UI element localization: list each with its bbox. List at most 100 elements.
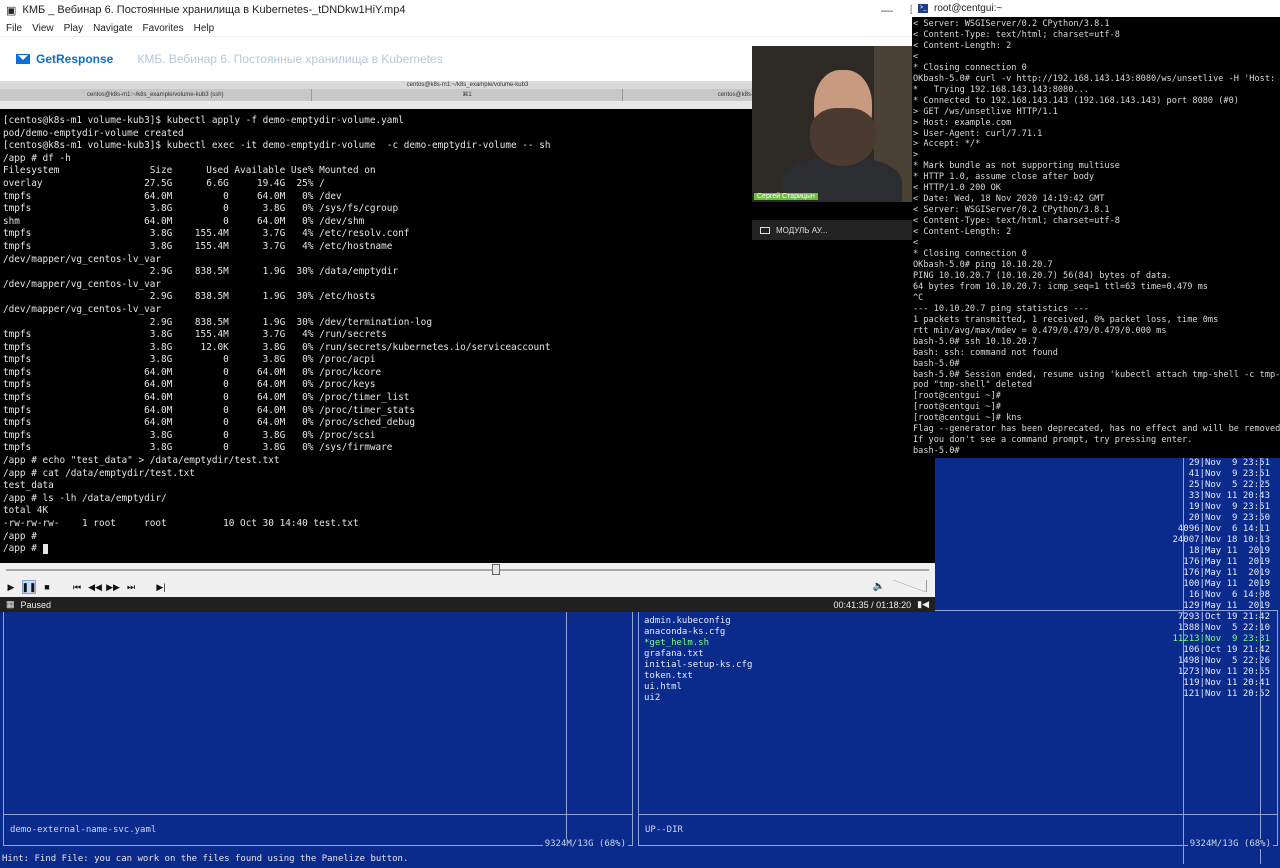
putty-line: --- 10.10.20.7 ping statistics --- (913, 303, 1089, 314)
putty-line: bash-5.0# ssh 10.10.20.7 (913, 336, 1038, 347)
playback-state: Paused (20, 599, 52, 610)
skip-back-icon[interactable]: ⏮ (70, 580, 84, 594)
fast-forward-icon[interactable]: ▶▶ (106, 580, 120, 594)
terminal-line: /app # df -h (3, 152, 71, 164)
mc-file-meta-row: 18|May 11 2019 (1172, 546, 1270, 556)
volume-slider[interactable] (893, 580, 927, 592)
seek-track[interactable] (6, 569, 929, 571)
getresponse-logo: GetResponse (16, 52, 113, 66)
skip-forward-icon[interactable]: ⏭ (124, 580, 138, 594)
speaker-beard (810, 108, 876, 166)
putty-window: >_ root@centgui:~ < Server: WSGIServer/0… (912, 0, 1280, 458)
terminal-line: /dev/mapper/vg_centos-lv_var (3, 253, 162, 265)
putty-line: < Content-Type: text/html; charset=utf-8 (913, 216, 1120, 227)
mc-left-status: demo-external-name-svc.yaml (10, 825, 157, 835)
media-info-icon[interactable]: ▮◀ (917, 599, 929, 610)
rewind-icon[interactable]: ◀◀ (88, 580, 102, 594)
menu-help[interactable]: Help (194, 23, 215, 34)
seek-thumb[interactable] (492, 564, 501, 575)
terminal-line: /app # (3, 530, 37, 542)
putty-line: > Host: example.com (913, 117, 1012, 128)
mc-right-status: UP--DIR (645, 825, 683, 835)
terminal-cursor (42, 543, 48, 554)
terminal-line: total 4K (3, 505, 49, 517)
mc-file-meta-row: 20|Nov 9 23:50 (1172, 513, 1270, 523)
putty-line: * HTTP 1.0, assume close after body (913, 172, 1095, 183)
mc-file-item[interactable]: grafana.txt (644, 649, 752, 660)
menu-favorites[interactable]: Favorites (143, 23, 184, 34)
mc-file-list[interactable]: admin.kubeconfig anaconda-ks.cfg *get_helm… (644, 616, 752, 704)
terminal-line: /dev/mapper/vg_centos-lv_var (3, 278, 162, 290)
webcam-label: МОДУЛЬ АУ... (752, 220, 914, 240)
frame-step-icon[interactable]: ▶| (154, 580, 168, 594)
putty-line: > User-Agent: curl/7.71.1 (913, 128, 1043, 139)
putty-line: * Connected to 192.168.143.143 (192.168.… (913, 95, 1239, 106)
putty-titlebar[interactable]: >_ root@centgui:~ (912, 0, 1280, 17)
putty-line: * Closing connection 0 (913, 62, 1027, 73)
mc-file-meta-row: 176|May 11 2019 (1172, 568, 1270, 578)
menu-file[interactable]: File (6, 23, 22, 34)
terminal-line: /app # echo "test_data" > /data/emptydir… (3, 455, 280, 467)
mc-file-meta-row: 19|Nov 9 23:51 (1172, 502, 1270, 512)
mc-column-divider (566, 611, 567, 845)
player-title: КМБ _ Вебинар 6. Постоянные хранилища в … (22, 4, 406, 16)
putty-line: bash-5.0# (913, 358, 960, 369)
putty-line: bash-5.0# (913, 446, 960, 457)
terminal-line: tmpfs 64.0M 0 64.0M 0% /proc/timer_stats (3, 404, 416, 416)
putty-output[interactable]: < Server: WSGIServer/0.2 CPython/3.8.1 < … (912, 17, 1280, 457)
speaker-icon[interactable]: 🔈 (873, 581, 885, 592)
mc-file-item[interactable]: ui.html (644, 682, 752, 693)
putty-line: [root@centgui ~]# (913, 391, 1001, 402)
terminal-line: tmpfs 3.8G 0 3.8G 0% /sys/firmware (3, 442, 393, 454)
minimize-icon[interactable]: — (873, 3, 901, 17)
mc-column-divider (1183, 611, 1184, 845)
terminal-line: tmpfs 3.8G 12.0K 3.8G 0% /run/secrets/ku… (3, 341, 551, 353)
mc-left-usage: 9324M/13G (68%) (542, 839, 628, 849)
mc-file-item[interactable]: token.txt (644, 671, 752, 682)
playback-time: 00:41:35 / 01:18:20 (833, 599, 912, 610)
menu-navigate[interactable]: Navigate (93, 23, 132, 34)
putty-line: < Server: WSGIServer/0.2 CPython/3.8.1 (913, 19, 1110, 29)
mc-file-item[interactable]: ui2 (644, 693, 752, 704)
terminal-line: /dev/mapper/vg_centos-lv_var (3, 303, 162, 315)
terminal-line: tmpfs 3.8G 155.4M 3.7G 4% /etc/hostname (3, 240, 393, 252)
putty-line: 64 bytes from 10.10.20.7: icmp_seq=1 ttl… (913, 281, 1208, 292)
terminal-line: tmpfs 64.0M 0 64.0M 0% /dev (3, 190, 342, 202)
mc-left-panel[interactable]: demo-external-name-svc.yaml 9324M/13G (6… (3, 610, 633, 849)
terminal-icon: >_ (918, 4, 928, 13)
menu-view[interactable]: View (32, 23, 54, 34)
terminal-tab: centos@k8s-m1:~/k8s_example/volume-kub3 … (0, 89, 312, 101)
seek-bar[interactable] (0, 563, 935, 577)
mc-file-item[interactable]: admin.kubeconfig (644, 616, 752, 627)
mc-file-item[interactable]: anaconda-ks.cfg (644, 627, 752, 638)
putty-line: * Trying 192.168.143.143:8080... (913, 84, 1089, 95)
mc-file-meta-row: 29|Nov 9 23:51 (1172, 458, 1270, 468)
putty-line: > (913, 150, 919, 161)
envelope-icon (16, 54, 30, 64)
mc-file-meta-row: 176|May 11 2019 (1172, 557, 1270, 567)
mc-file-item[interactable]: initial-setup-ks.cfg (644, 660, 752, 671)
mc-hint: Hint: Find File: you can work on the fil… (2, 854, 409, 864)
menu-play[interactable]: Play (64, 23, 83, 34)
terminal-line: shm 64.0M 0 64.0M 0% /dev/shm (3, 215, 365, 227)
player-titlebar[interactable]: ▣ КМБ _ Вебинар 6. Постоянные хранилища … (0, 0, 935, 20)
camera-icon (760, 226, 770, 234)
mc-status-separator (639, 814, 1277, 815)
terminal-line: -rw-rw-rw- 1 root root 10 Oct 30 14:40 t… (3, 518, 359, 529)
play-icon[interactable]: ▶ (4, 580, 18, 594)
speaker-name: Сергей Старицын (754, 193, 818, 200)
terminal-line: tmpfs 3.8G 155.4M 3.7G 4% /etc/resolv.co… (3, 228, 410, 240)
putty-line: OKbash-5.0# ping 10.10.20.7 (913, 259, 1053, 270)
mc-file-meta-row: 100|May 11 2019 (1172, 579, 1270, 589)
terminal-line: /app # (3, 543, 753, 556)
putty-line: [root@centgui ~]# kns (913, 413, 1022, 424)
mc-file-item[interactable]: *get_helm.sh (644, 638, 752, 649)
terminal-line: tmpfs 64.0M 0 64.0M 0% /proc/timer_list (3, 392, 410, 404)
putty-title: root@centgui:~ (934, 3, 1003, 14)
terminal-line: [centos@k8s-m1 volume-kub3]$ kubectl app… (3, 115, 404, 126)
putty-line: < Date: Wed, 18 Nov 2020 14:19:42 GMT (913, 194, 1105, 205)
stop-icon[interactable]: ■ (40, 580, 54, 594)
putty-line: < HTTP/1.0 200 OK (913, 183, 1001, 194)
volume-control: 🔈 (873, 580, 927, 592)
pause-icon[interactable]: ❚❚ (21, 580, 37, 594)
